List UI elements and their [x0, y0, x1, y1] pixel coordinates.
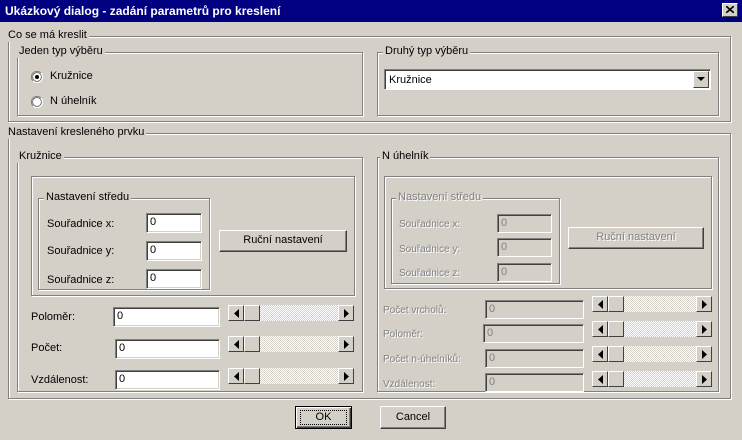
arrow-right-icon	[344, 340, 349, 349]
arrow-right-icon	[702, 375, 707, 384]
circle-center-label: Nastavení středu	[44, 191, 132, 204]
circle-y-input[interactable]: 0	[146, 241, 202, 261]
circle-x-label: Souřadnice x:	[47, 218, 115, 230]
arrow-left-icon	[598, 375, 603, 384]
circle-y-label: Souřadnice y:	[47, 245, 115, 257]
scroll-thumb	[608, 321, 624, 337]
scroll-left-button[interactable]	[228, 305, 244, 321]
arrow-left-icon	[598, 325, 603, 334]
polygon-manual-button: Ruční nastavení	[568, 227, 704, 249]
circle-distance-scrollbar[interactable]	[228, 368, 354, 384]
polygon-count-label: Počet n-úhelníků:	[383, 354, 461, 365]
arrow-right-icon	[702, 300, 707, 309]
combo-value: Kružnice	[389, 74, 432, 86]
cancel-button[interactable]: Cancel	[380, 406, 446, 429]
close-button[interactable]	[722, 3, 738, 17]
scroll-left-button[interactable]	[228, 336, 244, 352]
polygon-distance-label: Vzdálenost:	[383, 379, 436, 390]
scroll-right-button	[696, 321, 712, 337]
polygon-manual-button-label: Ruční nastavení	[596, 231, 676, 243]
arrow-right-icon	[344, 372, 349, 381]
scroll-thumb[interactable]	[244, 368, 260, 384]
circle-distance-input[interactable]: 0	[115, 370, 220, 390]
circle-distance-label: Vzdálenost:	[31, 374, 89, 386]
scroll-thumb	[608, 296, 624, 312]
element-settings-label: Nastavení kresleného prvku	[6, 126, 147, 139]
arrow-left-icon	[234, 309, 239, 318]
scroll-left-button	[592, 296, 608, 312]
polygon-vertices-scrollbar	[592, 296, 712, 312]
close-icon	[726, 6, 734, 13]
arrow-left-icon	[598, 300, 603, 309]
combo-dropdown-button[interactable]	[693, 71, 709, 88]
polygon-distance-scrollbar	[592, 371, 712, 387]
circle-group-label: Kružnice	[17, 150, 64, 163]
scroll-right-button[interactable]	[338, 368, 354, 384]
second-selection-label: Druhý typ výběru	[383, 45, 471, 58]
radio-circle[interactable]	[31, 71, 43, 83]
arrow-left-icon	[234, 372, 239, 381]
polygon-radius-scrollbar	[592, 321, 712, 337]
polygon-z-input: 0	[497, 263, 552, 282]
scroll-right-button	[696, 371, 712, 387]
cancel-button-label: Cancel	[395, 411, 431, 423]
polygon-count-scrollbar	[592, 346, 712, 362]
polygon-y-label: Souřadnice y:	[399, 244, 461, 255]
radio-polygon-label[interactable]: N úhelník	[50, 95, 96, 108]
title-bar: Ukázkový dialog - zadání parametrů pro k…	[0, 0, 742, 22]
polygon-y-input: 0	[497, 238, 552, 257]
circle-radius-input[interactable]: 0	[113, 307, 220, 327]
arrow-right-icon	[344, 309, 349, 318]
polygon-x-label: Souřadnice x:	[399, 219, 461, 230]
circle-count-label: Počet:	[31, 342, 63, 354]
circle-manual-button[interactable]: Ruční nastavení	[219, 230, 347, 252]
scroll-right-button[interactable]	[338, 305, 354, 321]
arrow-right-icon	[702, 325, 707, 334]
circle-count-scrollbar[interactable]	[228, 336, 354, 352]
ok-button[interactable]: OK	[295, 406, 352, 429]
what-to-draw-label: Co se má kreslit	[6, 29, 89, 42]
arrow-left-icon	[598, 350, 603, 359]
arrow-left-icon	[234, 340, 239, 349]
second-selection-combo[interactable]: Kružnice	[384, 69, 711, 90]
circle-z-label: Souřadnice z:	[47, 274, 115, 286]
scroll-right-button	[696, 296, 712, 312]
circle-count-input[interactable]: 0	[115, 339, 220, 359]
circle-radius-scrollbar[interactable]	[228, 305, 354, 321]
window-title: Ukázkový dialog - zadání parametrů pro k…	[5, 4, 281, 18]
polygon-x-input: 0	[497, 214, 552, 233]
circle-x-input[interactable]: 0	[146, 213, 202, 233]
arrow-right-icon	[702, 350, 707, 359]
scroll-thumb[interactable]	[244, 336, 260, 352]
polygon-count-input: 0	[485, 349, 584, 368]
scroll-left-button	[592, 346, 608, 362]
scroll-thumb	[608, 346, 624, 362]
polygon-group-label: N úhelník	[380, 150, 431, 163]
focus-rect	[300, 410, 347, 425]
circle-radius-label: Poloměr:	[31, 311, 76, 323]
chevron-down-icon	[697, 77, 705, 81]
polygon-vertices-input: 0	[485, 300, 584, 319]
scroll-right-button[interactable]	[338, 336, 354, 352]
polygon-z-label: Souřadnice z:	[399, 268, 461, 279]
circle-manual-button-label: Ruční nastavení	[243, 234, 323, 246]
polygon-vertices-label: Počet vrcholů:	[383, 305, 447, 316]
polygon-radius-input: 0	[483, 324, 584, 343]
circle-z-input[interactable]: 0	[146, 269, 202, 289]
scroll-left-button	[592, 371, 608, 387]
polygon-distance-input: 0	[485, 373, 584, 392]
scroll-left-button[interactable]	[228, 368, 244, 384]
polygon-radius-label: Poloměr:	[383, 329, 424, 340]
first-selection-label: Jeden typ výběru	[17, 45, 105, 58]
scroll-right-button	[696, 346, 712, 362]
scroll-thumb[interactable]	[244, 305, 260, 321]
radio-polygon[interactable]	[31, 96, 43, 108]
polygon-center-label: Nastavení středu	[396, 191, 484, 204]
scroll-thumb	[608, 371, 624, 387]
radio-circle-label[interactable]: Kružnice	[50, 70, 93, 83]
scroll-left-button	[592, 321, 608, 337]
